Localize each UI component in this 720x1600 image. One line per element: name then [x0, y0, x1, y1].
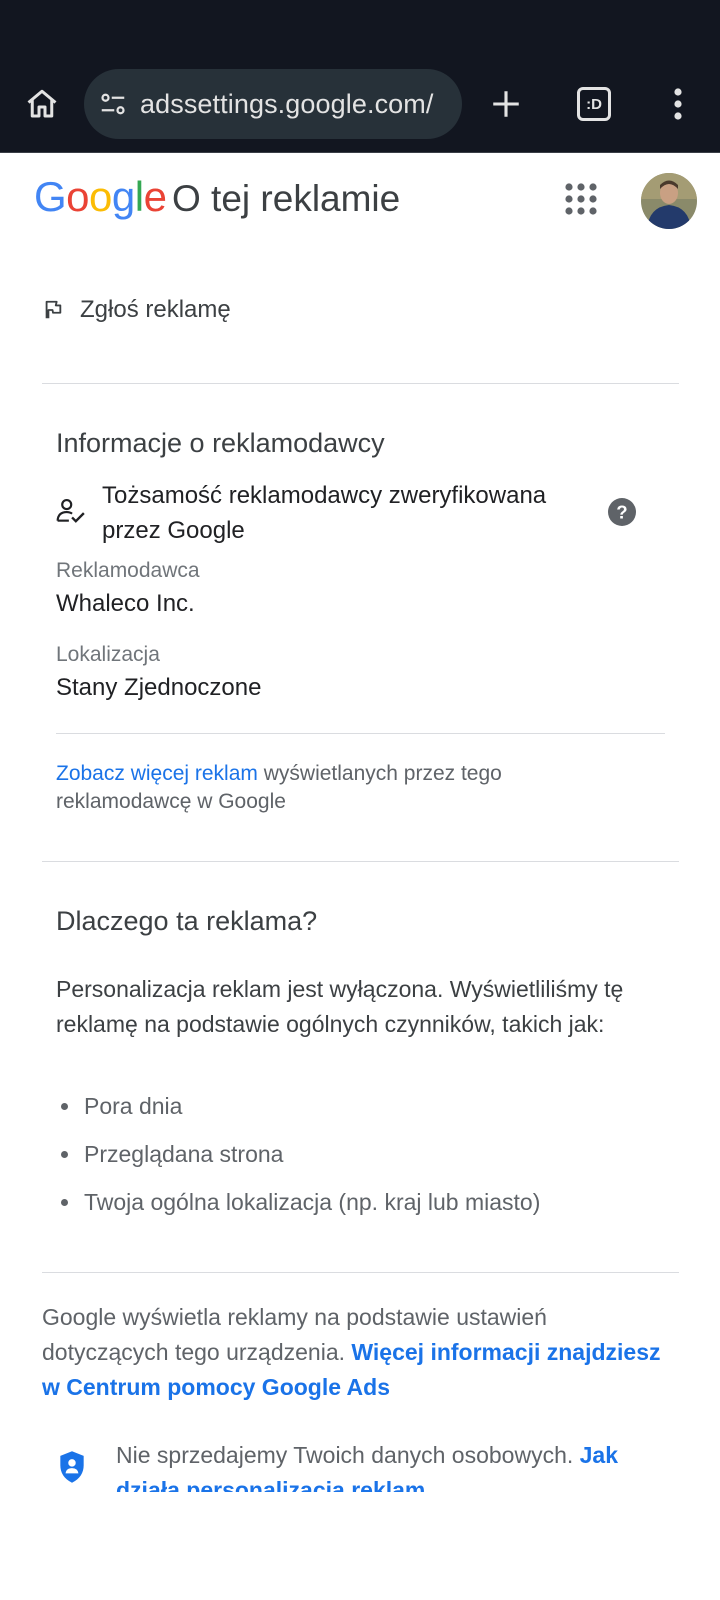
logo-letter: l — [134, 173, 144, 220]
why-heading: Dlaczego ta reklama? — [56, 906, 318, 936]
list-item: Pora dnia — [56, 1090, 540, 1138]
site-settings-icon[interactable] — [98, 89, 128, 119]
footer-text: Google wyświetla reklamy na podstawie us… — [42, 1300, 662, 1405]
google-logo[interactable]: Google — [34, 173, 167, 220]
page-title: O tej reklamie — [172, 178, 401, 219]
tab-count: :D — [586, 95, 602, 113]
address-bar[interactable]: adssettings.google.com/ — [84, 69, 462, 139]
tab-switcher-button[interactable]: :D — [568, 78, 620, 130]
overflow-menu-icon — [674, 88, 682, 120]
privacy-text-body: Nie sprzedajemy Twoich danych osobowych. — [116, 1442, 580, 1468]
home-icon — [27, 89, 57, 118]
advertiser-label: Reklamodawca — [56, 559, 200, 582]
verified-person-icon — [56, 499, 85, 523]
list-item: Przeglądana strona — [56, 1138, 540, 1186]
list-item: Twoja ogólna lokalizacja (np. kraj lub m… — [56, 1186, 540, 1234]
privacy-row: Nie sprzedajemy Twoich danych osobowych.… — [56, 1438, 676, 1492]
advertiser-heading: Informacje o reklamodawcy — [56, 428, 385, 458]
report-ad-label: Zgłoś reklamę — [80, 296, 231, 323]
new-tab-button[interactable] — [480, 78, 532, 130]
logo-letter: G — [34, 173, 67, 220]
browser-toolbar: adssettings.google.com/ :D — [0, 60, 720, 153]
reasons-list: Pora dnia Przeglądana strona Twoja ogóln… — [56, 1090, 540, 1234]
divider — [42, 1272, 679, 1273]
home-button[interactable] — [16, 78, 68, 130]
location-label: Lokalizacja — [56, 643, 160, 666]
more-ads-text: Zobacz więcej reklam wyświetlanych przez… — [56, 760, 616, 816]
verified-text: Tożsamość reklamodawcy zweryfikowana prz… — [102, 482, 547, 544]
divider — [42, 861, 679, 862]
flag-icon — [45, 300, 62, 319]
more-ads-link[interactable]: Zobacz więcej reklam — [56, 762, 258, 785]
logo-letter: o — [66, 173, 90, 220]
shield-icon — [60, 1451, 84, 1483]
report-ad-button[interactable]: Zgłoś reklamę — [42, 296, 231, 324]
overflow-menu-button[interactable] — [652, 78, 704, 130]
svg-text:?: ? — [616, 501, 627, 522]
logo-letter: e — [143, 173, 167, 220]
new-tab-icon — [493, 91, 519, 117]
apps-grid-icon[interactable] — [563, 181, 599, 217]
logo-letter: g — [111, 173, 135, 220]
status-bar — [0, 0, 720, 60]
divider — [42, 383, 679, 384]
location-value: Stany Zjednoczone — [56, 674, 262, 701]
url-text[interactable]: adssettings.google.com/ — [140, 89, 433, 120]
logo-letter: o — [89, 173, 112, 220]
avatar[interactable] — [641, 173, 697, 229]
divider — [56, 733, 665, 734]
why-text: Personalizacja reklam jest wyłączona. Wy… — [56, 976, 624, 1037]
help-icon[interactable]: ? — [608, 498, 636, 526]
privacy-text: Nie sprzedajemy Twoich danych osobowych.… — [116, 1438, 676, 1492]
advertiser-name: Whaleco Inc. — [56, 590, 195, 617]
tab-switcher-icon: :D — [577, 87, 611, 121]
